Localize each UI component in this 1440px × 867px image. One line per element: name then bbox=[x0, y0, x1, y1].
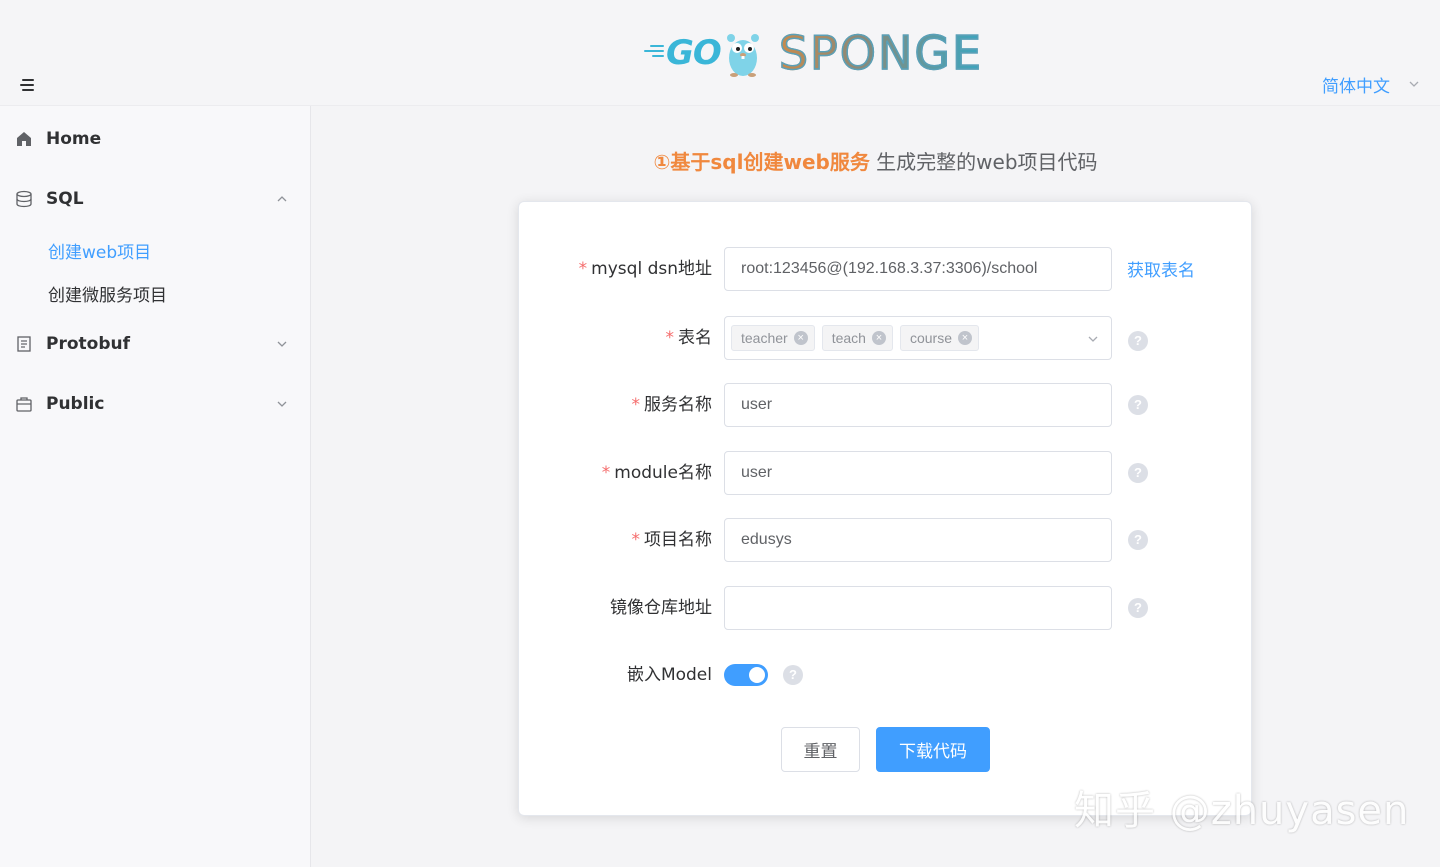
gopher-mascot-icon bbox=[726, 34, 759, 77]
sidebar-item-label: Protobuf bbox=[46, 334, 130, 354]
project-name-label: * 项目名称 bbox=[631, 530, 713, 550]
help-icon[interactable]: ? bbox=[1128, 331, 1148, 351]
zhihu-watermark: 知乎 @zhuyasen bbox=[1074, 788, 1410, 834]
sidebar-item-label: Home bbox=[46, 129, 102, 149]
embed-model-toggle[interactable] bbox=[724, 664, 768, 686]
database-icon bbox=[16, 190, 32, 208]
sidebar-item-public[interactable]: Public bbox=[0, 376, 310, 432]
fetch-table-names-button[interactable]: 获取表名 bbox=[1127, 247, 1195, 291]
repo-addr-input[interactable] bbox=[724, 586, 1112, 630]
close-icon[interactable]: × bbox=[793, 331, 808, 345]
form-row-repo-addr: 镜像仓库地址 ? bbox=[519, 586, 1253, 630]
help-icon[interactable]: ? bbox=[1128, 530, 1148, 550]
language-label: 简体中文 bbox=[1322, 76, 1390, 97]
tables-select[interactable]: teacher × teach × course × bbox=[724, 316, 1112, 360]
sidebar-nav: Home SQL 创建web项目 创建微服务项目 Protobuf Public bbox=[0, 106, 311, 867]
dsn-input[interactable]: root:123456@(192.168.3.37:3306)/school bbox=[724, 247, 1112, 291]
module-name-input[interactable]: user bbox=[724, 451, 1112, 495]
form-row-module-name: * module名称 user ? bbox=[519, 451, 1253, 495]
table-tag: teach × bbox=[821, 325, 893, 351]
form-row-tables: * 表名 teacher × teach × course × ? bbox=[519, 316, 1253, 360]
dsn-label: * mysql dsn地址 bbox=[578, 259, 712, 279]
sidebar-item-label: Public bbox=[46, 394, 105, 414]
form-row-embed-model: 嵌入Model ? bbox=[519, 653, 1253, 697]
briefcase-icon bbox=[16, 397, 32, 412]
page-title-accent: ①基于sql创建web服务 bbox=[653, 150, 870, 174]
toggle-knob bbox=[749, 667, 765, 683]
chevron-down-icon bbox=[1088, 336, 1098, 342]
repo-addr-label: 镜像仓库地址 bbox=[610, 598, 712, 618]
help-icon[interactable]: ? bbox=[1128, 395, 1148, 415]
service-name-input[interactable]: user bbox=[724, 383, 1112, 427]
reset-button[interactable]: 重置 bbox=[781, 727, 860, 772]
help-icon[interactable]: ? bbox=[783, 665, 803, 685]
top-header: GO SPONGE 简体中文 bbox=[0, 0, 1440, 106]
embed-model-label: 嵌入Model bbox=[626, 665, 712, 685]
chevron-down-icon bbox=[277, 401, 287, 407]
help-icon[interactable]: ? bbox=[1128, 598, 1148, 618]
home-icon bbox=[17, 132, 31, 146]
sidebar-subitem-create-microservice[interactable]: 创建微服务项目 bbox=[0, 271, 310, 315]
tables-label: * 表名 bbox=[665, 328, 713, 348]
sidebar-item-home[interactable]: Home bbox=[0, 111, 310, 167]
form-row-service-name: * 服务名称 user ? bbox=[519, 383, 1253, 427]
document-icon bbox=[17, 336, 31, 352]
service-name-label: * 服务名称 bbox=[631, 395, 713, 415]
help-icon[interactable]: ? bbox=[1128, 463, 1148, 483]
chevron-down-icon bbox=[277, 341, 287, 347]
create-web-form-card: * mysql dsn地址 root:123456@(192.168.3.37:3… bbox=[518, 201, 1252, 816]
module-name-label: * module名称 bbox=[601, 463, 712, 483]
chevron-down-icon bbox=[1409, 81, 1419, 87]
form-row-project-name: * 项目名称 edusys ? bbox=[519, 518, 1253, 562]
sidebar-item-label: SQL bbox=[46, 189, 84, 209]
table-tag: teacher × bbox=[731, 325, 815, 351]
close-icon[interactable]: × bbox=[871, 331, 886, 345]
project-name-input[interactable]: edusys bbox=[724, 518, 1112, 562]
chevron-up-icon bbox=[277, 196, 287, 202]
table-tag: course × bbox=[899, 325, 979, 351]
sidebar-item-protobuf[interactable]: Protobuf bbox=[0, 316, 310, 372]
sidebar-subitem-create-web[interactable]: 创建web项目 bbox=[0, 228, 310, 272]
menu-toggle-icon[interactable] bbox=[20, 79, 34, 91]
page-title: ①基于sql创建web服务 生成完整的web项目代码 bbox=[311, 146, 1440, 175]
sponge-wordmark: SPONGE bbox=[778, 25, 984, 81]
download-code-button[interactable]: 下载代码 bbox=[876, 727, 990, 772]
form-row-dsn: * mysql dsn地址 root:123456@(192.168.3.37:3… bbox=[519, 247, 1253, 291]
sidebar-item-sql[interactable]: SQL bbox=[0, 171, 310, 227]
close-icon[interactable]: × bbox=[957, 331, 972, 345]
page-title-rest: 生成完整的web项目代码 bbox=[869, 150, 1098, 174]
sponge-logo: GO SPONGE bbox=[644, 25, 984, 81]
language-selector[interactable]: 简体中文 bbox=[1322, 72, 1420, 97]
go-logo-text: GO bbox=[644, 33, 722, 73]
